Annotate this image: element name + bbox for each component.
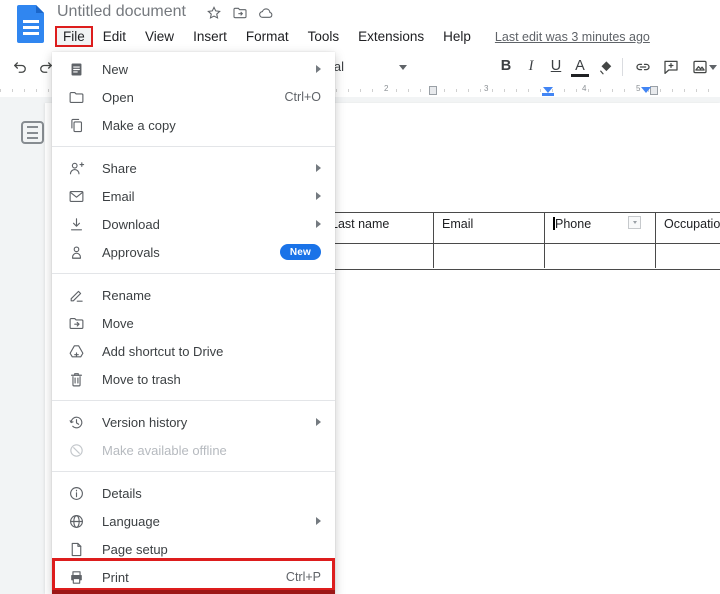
menu-edit[interactable]: Edit (94, 27, 135, 46)
underline-button[interactable]: U (547, 58, 565, 74)
menu-help[interactable]: Help (434, 27, 480, 46)
right-indent-marker[interactable] (641, 87, 651, 93)
menu-separator (52, 400, 335, 401)
header-label: Phone (555, 217, 592, 231)
google-docs-logo-icon[interactable] (16, 4, 46, 44)
font-family-caret-icon[interactable] (399, 65, 407, 70)
shortcut-label: Ctrl+O (284, 90, 321, 104)
table-header-row: Last name Email Phone Occupation (322, 213, 720, 244)
file-menu-dropdown: New Open Ctrl+O Make a copy Share Email … (52, 52, 335, 594)
new-feature-badge: New (279, 244, 321, 260)
table-cell[interactable] (544, 244, 655, 268)
document-title[interactable]: Untitled document (57, 3, 186, 21)
submenu-arrow-icon (316, 164, 321, 172)
rename-pencil-icon (68, 287, 85, 304)
table-column-marker[interactable] (429, 86, 437, 95)
page-setup-icon (68, 541, 85, 558)
menu-item-move[interactable]: Move (52, 309, 335, 337)
menu-item-share[interactable]: Share (52, 154, 335, 182)
approvals-person-icon (68, 244, 85, 261)
table-cell[interactable] (433, 244, 544, 268)
email-envelope-icon (68, 188, 85, 205)
annotation-bottom-bar (52, 590, 335, 594)
menu-item-download[interactable]: Download (52, 210, 335, 238)
submenu-arrow-icon (316, 418, 321, 426)
submenu-arrow-icon (316, 220, 321, 228)
menu-item-move-to-trash[interactable]: Move to trash (52, 365, 335, 393)
menu-file[interactable]: File (55, 26, 93, 47)
print-highlight-annotation (52, 558, 335, 591)
left-indent-marker[interactable] (542, 93, 554, 96)
table-row (322, 244, 720, 268)
submenu-arrow-icon (316, 517, 321, 525)
submenu-arrow-icon (316, 192, 321, 200)
menu-item-details[interactable]: Details (52, 479, 335, 507)
language-globe-icon (68, 513, 85, 530)
header-label: Email (442, 217, 474, 231)
menu-format[interactable]: Format (237, 27, 298, 46)
text-color-button[interactable]: A (571, 58, 589, 77)
insert-link-icon[interactable] (633, 57, 653, 77)
offline-icon (68, 442, 85, 459)
insert-image-icon[interactable] (690, 57, 710, 77)
table-cell-menu-icon[interactable] (628, 216, 641, 229)
star-icon[interactable] (206, 5, 222, 26)
menu-insert[interactable]: Insert (184, 27, 236, 46)
menu-extensions[interactable]: Extensions (349, 27, 433, 46)
header-label: Occupation (664, 217, 720, 231)
menu-bar: File Edit View Insert Format Tools Exten… (55, 26, 650, 47)
menu-separator (52, 146, 335, 147)
table-cell[interactable] (655, 244, 720, 268)
menu-item-email[interactable]: Email (52, 182, 335, 210)
google-docs-window: Untitled document File Edit View Insert … (0, 0, 720, 594)
document-table[interactable]: Last name Email Phone Occupation (322, 212, 720, 270)
bold-button[interactable]: B (497, 58, 515, 74)
submenu-arrow-icon (316, 65, 321, 73)
last-edit-link[interactable]: Last edit was 3 minutes ago (495, 30, 650, 44)
version-history-clock-icon (68, 414, 85, 431)
menu-item-language[interactable]: Language (52, 507, 335, 535)
add-comment-icon[interactable] (661, 57, 681, 77)
menu-tools[interactable]: Tools (299, 27, 349, 46)
new-document-icon (68, 61, 85, 78)
menu-item-new[interactable]: New (52, 55, 335, 83)
download-icon (68, 216, 85, 233)
drive-shortcut-icon (68, 343, 85, 360)
table-header-last-name[interactable]: Last name (322, 213, 433, 243)
info-icon (68, 485, 85, 502)
share-person-icon (68, 160, 85, 177)
table-header-occupation[interactable]: Occupation (655, 213, 720, 243)
table-cell[interactable] (322, 244, 433, 268)
ruler-number: 4 (580, 84, 589, 93)
open-folder-icon (68, 89, 85, 106)
header-label: Last name (331, 217, 390, 231)
show-outline-icon[interactable] (21, 121, 44, 144)
copy-icon (68, 117, 85, 134)
table-column-marker[interactable] (650, 86, 658, 95)
menu-item-add-shortcut-to-drive[interactable]: Add shortcut to Drive (52, 337, 335, 365)
menu-item-rename[interactable]: Rename (52, 281, 335, 309)
ruler-number: 3 (482, 84, 491, 93)
highlight-pen-icon[interactable] (596, 57, 616, 77)
menu-separator (52, 273, 335, 274)
title-bar: Untitled document File Edit View Insert … (0, 0, 720, 50)
menu-item-make-a-copy[interactable]: Make a copy (52, 111, 335, 139)
undo-button[interactable] (10, 57, 30, 77)
move-folder-icon (68, 315, 85, 332)
insert-image-caret-icon[interactable] (709, 65, 717, 70)
menu-item-version-history[interactable]: Version history (52, 408, 335, 436)
menu-item-approvals[interactable]: Approvals New (52, 238, 335, 266)
cloud-saved-icon[interactable] (258, 5, 274, 26)
table-header-email[interactable]: Email (433, 213, 544, 243)
menu-item-open[interactable]: Open Ctrl+O (52, 83, 335, 111)
menu-view[interactable]: View (136, 27, 183, 46)
move-to-folder-icon[interactable] (232, 5, 248, 26)
trash-icon (68, 371, 85, 388)
toolbar-divider (622, 58, 623, 76)
menu-item-make-available-offline: Make available offline (52, 436, 335, 464)
italic-button[interactable]: I (522, 58, 540, 75)
table-header-phone[interactable]: Phone (544, 213, 655, 243)
menu-separator (52, 471, 335, 472)
ruler-number: 2 (382, 84, 391, 93)
